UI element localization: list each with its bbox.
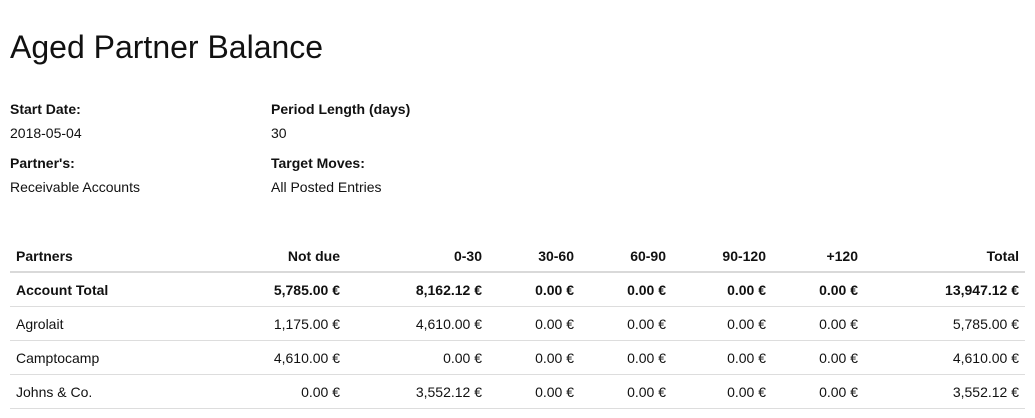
column-header-not-due: Not due	[176, 240, 346, 273]
table-cell: 0.00 €	[772, 340, 864, 375]
column-header-60-90: 60-90	[580, 240, 672, 273]
account-total-row: Account Total 5,785.00 € 8,162.12 € 0.00…	[10, 272, 1025, 307]
table-cell: 3,552.12 €	[864, 374, 1025, 409]
table-cell: 0.00 €	[346, 340, 488, 375]
column-header-partners: Partners	[10, 240, 176, 273]
partner-name-cell: Agrolait	[10, 306, 176, 341]
period-length-block: Period Length (days) 30	[271, 99, 410, 143]
start-date-label: Start Date:	[10, 101, 81, 117]
table-cell: 0.00 €	[672, 306, 772, 341]
table-cell: 0.00 €	[488, 272, 580, 307]
column-header-120-plus: +120	[772, 240, 864, 273]
table-cell: 3,552.12 €	[346, 374, 488, 409]
page-title: Aged Partner Balance	[10, 29, 324, 65]
table-cell: 1,175.00 €	[176, 306, 346, 341]
table-cell: 0.00 €	[488, 306, 580, 341]
table-cell: 0.00 €	[772, 306, 864, 341]
table-cell: 0.00 €	[772, 374, 864, 409]
table-cell: 13,947.12 €	[864, 272, 1025, 307]
table-cell: 0.00 €	[672, 272, 772, 307]
table-cell: 0.00 €	[772, 272, 864, 307]
period-length-label: Period Length (days)	[271, 101, 411, 117]
column-header-90-120: 90-120	[672, 240, 772, 273]
table-cell: 0.00 €	[580, 340, 672, 375]
table-cell: 0.00 €	[580, 272, 672, 307]
partners-filter-block: Partner's: Receivable Accounts	[10, 153, 140, 197]
table-row: Agrolait 1,175.00 € 4,610.00 € 0.00 € 0.…	[10, 306, 1025, 341]
target-moves-value: All Posted Entries	[271, 179, 382, 195]
table-cell: 0.00 €	[580, 306, 672, 341]
partners-filter-label: Partner's:	[10, 155, 75, 171]
table-row: Camptocamp 4,610.00 € 0.00 € 0.00 € 0.00…	[10, 340, 1025, 375]
aged-balance-table: Partners Not due 0-30 30-60 60-90 90-120…	[10, 240, 1025, 409]
column-header-30-60: 30-60	[488, 240, 580, 273]
table-cell: 0.00 €	[176, 374, 346, 409]
partner-name-cell: Camptocamp	[10, 340, 176, 375]
table-cell: Account Total	[10, 272, 176, 307]
table-cell: 8,162.12 €	[346, 272, 488, 307]
table-cell: 4,610.00 €	[346, 306, 488, 341]
table-cell: 0.00 €	[672, 374, 772, 409]
target-moves-block: Target Moves: All Posted Entries	[271, 153, 382, 197]
column-header-total: Total	[864, 240, 1025, 273]
partners-filter-value: Receivable Accounts	[10, 179, 140, 195]
table-cell: 4,610.00 €	[864, 340, 1025, 375]
table-cell: 4,610.00 €	[176, 340, 346, 375]
table-cell: 0.00 €	[672, 340, 772, 375]
start-date-block: Start Date: 2018-05-04	[10, 99, 82, 143]
table-cell: 0.00 €	[580, 374, 672, 409]
start-date-value: 2018-05-04	[10, 125, 82, 141]
column-header-0-30: 0-30	[346, 240, 488, 273]
table-cell: 0.00 €	[488, 374, 580, 409]
target-moves-label: Target Moves:	[271, 155, 365, 171]
table-header-row: Partners Not due 0-30 30-60 60-90 90-120…	[10, 240, 1025, 273]
table-row: Johns & Co. 0.00 € 3,552.12 € 0.00 € 0.0…	[10, 374, 1025, 409]
period-length-value: 30	[271, 125, 287, 141]
partner-name-cell: Johns & Co.	[10, 374, 176, 409]
table-cell: 0.00 €	[488, 340, 580, 375]
table-cell: 5,785.00 €	[176, 272, 346, 307]
table-cell: 5,785.00 €	[864, 306, 1025, 341]
